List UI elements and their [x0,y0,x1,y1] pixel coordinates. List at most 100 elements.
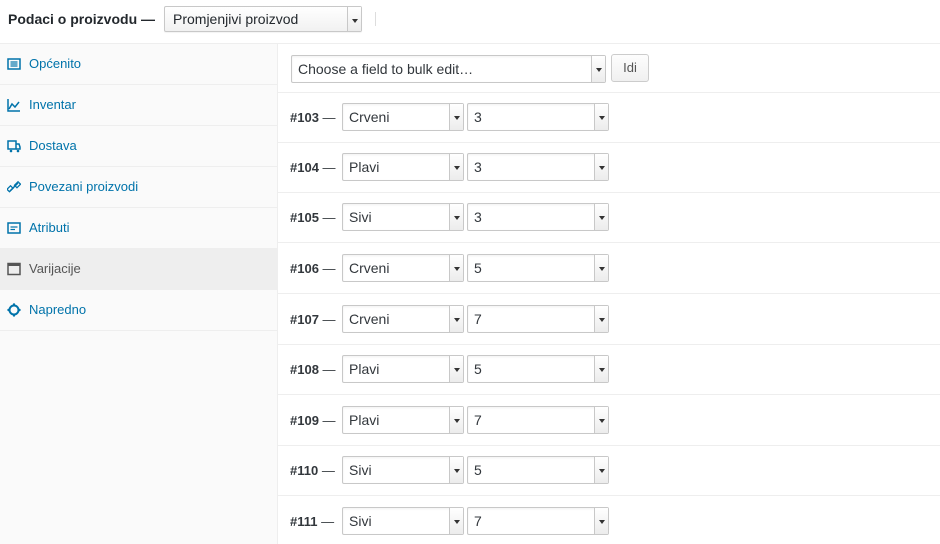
tab-attributes[interactable]: Atributi [0,208,277,249]
variation-row: #107 — Crveni 7 [278,295,940,345]
general-icon [7,58,21,70]
variations-icon [7,262,21,276]
variation-row: #109 — Plavi 7 [278,396,940,446]
product-type-value: Promjenjivi proizvod [173,11,299,27]
variation-size-value: 3 [474,209,482,225]
variation-size-value: 3 [474,159,482,175]
tab-variations[interactable]: Varijacije [0,249,277,290]
variation-size-value: 7 [474,311,482,327]
variation-size-select[interactable]: 7 [467,305,609,333]
variation-row: #103 — Crveni 3 [278,93,940,143]
bulk-edit-select[interactable]: Choose a field to bulk edit… [291,55,606,83]
variation-id: #110 — [290,463,335,478]
variation-size-select[interactable]: 3 [467,153,609,181]
tab-shipping[interactable]: Dostava [0,126,277,167]
tab-linked-products-label: Povezani proizvodi [29,179,139,194]
variation-color-select[interactable]: Crveni [342,254,464,282]
chevron-down-icon [449,104,463,130]
chevron-down-icon [594,508,608,534]
variation-size-select[interactable]: 3 [467,103,609,131]
chevron-down-icon [347,7,361,31]
tab-shipping-label: Dostava [29,138,77,153]
variation-color-select[interactable]: Plavi [342,355,464,383]
variation-row: #106 — Crveni 5 [278,244,940,294]
chevron-down-icon [594,154,608,180]
variation-color-value: Crveni [349,260,390,276]
bulk-edit-toolbar: Choose a field to bulk edit… Idi [278,44,940,93]
tab-inventory[interactable]: Inventar [0,85,277,126]
chevron-down-icon [449,457,463,483]
variation-color-value: Plavi [349,159,380,175]
product-data-title: Podaci o proizvodu — [8,11,156,27]
variation-color-value: Plavi [349,361,380,377]
variation-row: #111 — Sivi 7 [278,497,940,544]
variation-color-select[interactable]: Plavi [342,406,464,434]
variation-id: #111 — [290,514,335,529]
variation-id: #105 — [290,210,336,225]
advanced-icon [7,303,21,317]
tab-inventory-label: Inventar [29,97,76,112]
variation-row: #104 — Plavi 3 [278,143,940,193]
tab-advanced-label: Napredno [29,302,87,317]
tab-general-label: Općenito [29,56,82,71]
variation-id: #107 — [290,312,336,327]
variation-color-select[interactable]: Crveni [342,103,464,131]
chevron-down-icon [449,204,463,230]
variation-size-select[interactable]: 7 [467,406,609,434]
variation-row: #105 — Sivi 3 [278,193,940,243]
chevron-down-icon [591,56,605,82]
variation-color-value: Sivi [349,462,372,478]
product-data-tabs: Općenito Inventar Dostava Povezani proiz… [0,44,278,544]
variation-size-select[interactable]: 3 [467,203,609,231]
variation-size-select[interactable]: 5 [467,456,609,484]
chevron-down-icon [449,407,463,433]
variation-color-select[interactable]: Sivi [342,507,464,535]
variation-size-select[interactable]: 5 [467,254,609,282]
variation-size-select[interactable]: 7 [467,507,609,535]
product-type-select[interactable]: Promjenjivi proizvod [164,6,362,32]
tab-general[interactable]: Općenito [0,44,277,85]
shipping-icon [7,140,21,153]
variation-color-select[interactable]: Sivi [342,203,464,231]
variation-color-select[interactable]: Crveni [342,305,464,333]
variation-id: #103 — [290,110,336,125]
chevron-down-icon [594,407,608,433]
chevron-down-icon [594,457,608,483]
variation-color-value: Crveni [349,109,390,125]
variation-size-value: 7 [474,513,482,529]
header-divider [375,12,376,26]
chevron-down-icon [594,356,608,382]
variation-color-select[interactable]: Sivi [342,456,464,484]
variation-id: #104 — [290,160,336,175]
inventory-icon [7,99,20,112]
variation-row: #110 — Sivi 5 [278,446,940,496]
chevron-down-icon [449,255,463,281]
chevron-down-icon [594,306,608,332]
variation-id: #106 — [290,261,336,276]
tab-advanced[interactable]: Napredno [0,290,277,331]
tab-linked-products[interactable]: Povezani proizvodi [0,167,277,208]
variation-size-value: 7 [474,412,482,428]
chevron-down-icon [594,255,608,281]
variation-color-select[interactable]: Plavi [342,153,464,181]
chevron-down-icon [594,204,608,230]
variation-color-value: Crveni [349,311,390,327]
attributes-icon [7,222,21,234]
chevron-down-icon [449,154,463,180]
variation-size-value: 5 [474,361,482,377]
variation-size-select[interactable]: 5 [467,355,609,383]
variation-color-value: Sivi [349,209,372,225]
chevron-down-icon [449,508,463,534]
product-data-header: Podaci o proizvodu — Promjenjivi proizvo… [0,0,940,44]
variation-id: #109 — [290,413,336,428]
variation-size-value: 5 [474,260,482,276]
tab-variations-label: Varijacije [29,261,81,276]
variations-panel: Choose a field to bulk edit… Idi #103 — … [278,44,940,544]
variation-color-value: Plavi [349,412,380,428]
chevron-down-icon [449,356,463,382]
tab-attributes-label: Atributi [29,220,70,235]
bulk-edit-go-button[interactable]: Idi [611,54,649,82]
variation-size-value: 3 [474,109,482,125]
variation-color-value: Sivi [349,513,372,529]
linked-products-icon [7,180,21,193]
